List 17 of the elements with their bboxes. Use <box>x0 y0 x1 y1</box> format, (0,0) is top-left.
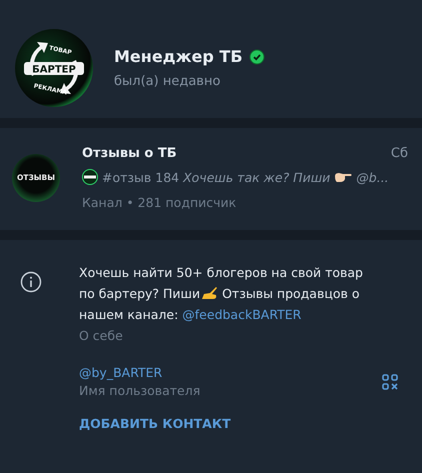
add-contact-button[interactable]: ДОБАВИТЬ КОНТАКТ <box>79 416 231 431</box>
writing-hand-icon <box>200 286 218 300</box>
contact-name: Менеджер ТБ <box>114 47 243 66</box>
username-link[interactable]: @by_BARTER <box>79 365 345 380</box>
qr-code-icon[interactable] <box>382 374 398 390</box>
channel-title: Отзывы о ТБ <box>82 146 177 161</box>
info-icon <box>20 271 42 293</box>
message-preview: #отзыв 184 Хочешь так же? Пиши <box>102 170 330 184</box>
username-label: Имя пользователя <box>79 383 202 398</box>
channel-link[interactable]: @feedbackBARTER <box>182 307 302 322</box>
bio-text: Хочешь найти 50+ блогеров на свой товар по бартеру? Пиши Отзывы продавцов о нашем канале: @feedbackBARTER <box>79 264 364 324</box>
pointing-hand-icon <box>334 171 352 183</box>
message-date: Сб <box>390 146 408 161</box>
channel-meta: Канал • 281 подписчик <box>82 195 238 210</box>
bio-label: О себе <box>79 328 124 343</box>
last-seen-status: был(а) недавно <box>114 74 222 89</box>
message-preview: @b... <box>356 170 389 184</box>
